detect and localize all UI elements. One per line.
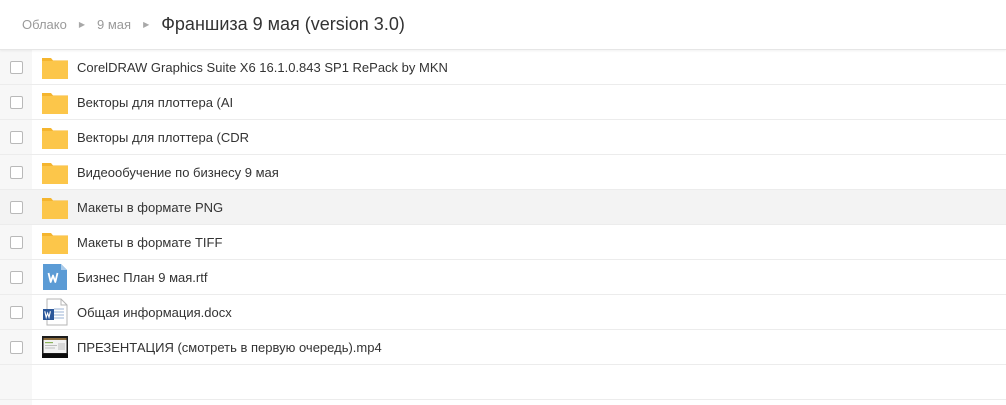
page-title: Франшиза 9 мая (version 3.0) [161,14,405,34]
row-checkbox[interactable] [9,305,23,319]
file-row[interactable]: Видеообучение по бизнесу 9 мая [0,155,1006,190]
row-checkbox[interactable] [9,270,23,284]
file-name[interactable]: Векторы для плоттера (CDR [77,130,249,145]
folder-icon [41,193,69,221]
file-row[interactable]: ПРЕЗЕНТАЦИЯ (смотреть в первую очередь).… [0,330,1006,365]
row-checkbox[interactable] [9,200,23,214]
video-thumbnail-icon [41,333,69,361]
file-row[interactable]: Макеты в формате TIFF [0,225,1006,260]
file-row[interactable]: CorelDRAW Graphics Suite X6 16.1.0.843 S… [0,50,1006,85]
row-checkbox[interactable] [9,235,23,249]
row-checkbox[interactable] [9,165,23,179]
row-checkbox[interactable] [9,95,23,109]
folder-icon [41,228,69,256]
folder-icon [41,88,69,116]
row-checkbox[interactable] [9,60,23,74]
chevron-right-icon: ▶ [143,20,150,29]
rtf-file-icon [41,263,69,291]
folder-icon [41,53,69,81]
file-list: CorelDRAW Graphics Suite X6 16.1.0.843 S… [0,50,1006,405]
file-name[interactable]: ПРЕЗЕНТАЦИЯ (смотреть в первую очередь).… [77,340,382,355]
breadcrumb-9-may-link[interactable]: 9 мая [97,17,131,32]
file-row[interactable]: Векторы для плоттера (AI [0,85,1006,120]
folder-icon [41,123,69,151]
breadcrumb: Облако ▶ 9 мая ▶ Франшиза 9 мая (version… [0,0,1006,50]
file-name[interactable]: Видеообучение по бизнесу 9 мая [77,165,279,180]
chevron-right-icon: ▶ [78,20,86,29]
file-row[interactable]: Общая информация.docx [0,295,1006,330]
file-name[interactable]: Векторы для плоттера (AI [77,95,233,110]
docx-file-icon [41,298,69,326]
breadcrumb-cloud-link[interactable]: Облако [22,17,67,32]
file-name[interactable]: Макеты в формате PNG [77,200,223,215]
row-checkbox[interactable] [9,130,23,144]
folder-icon [41,158,69,186]
file-row[interactable]: Векторы для плоттера (CDR [0,120,1006,155]
file-name[interactable]: CorelDRAW Graphics Suite X6 16.1.0.843 S… [77,60,448,75]
file-name[interactable]: Бизнес План 9 мая.rtf [77,270,207,285]
empty-list-space [0,365,1006,400]
file-row[interactable]: Бизнес План 9 мая.rtf [0,260,1006,295]
file-row[interactable]: Макеты в формате PNG [0,190,1006,225]
file-name[interactable]: Макеты в формате TIFF [77,235,222,250]
row-checkbox[interactable] [9,340,23,354]
file-name[interactable]: Общая информация.docx [77,305,232,320]
